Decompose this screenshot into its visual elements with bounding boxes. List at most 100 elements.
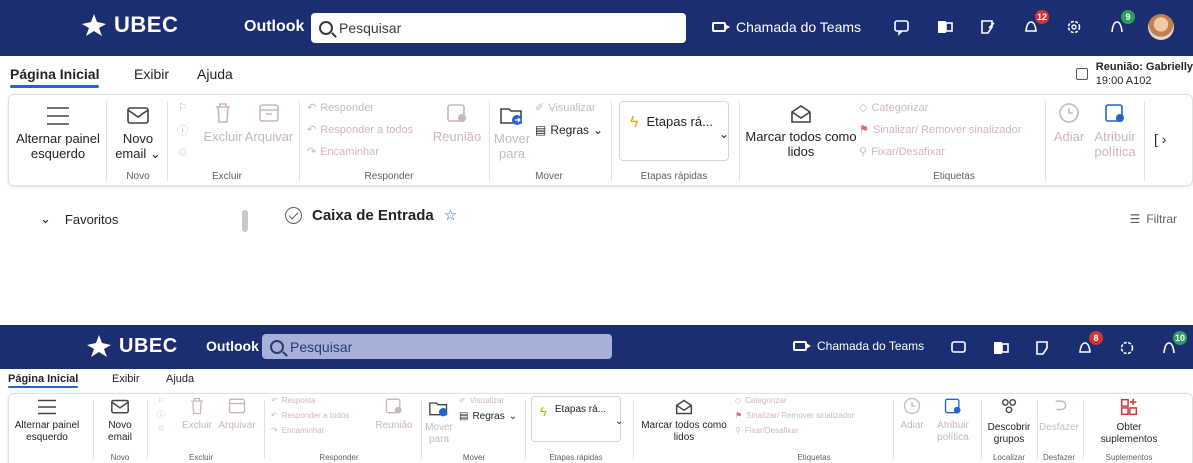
- snooze-button[interactable]: Adiar: [895, 396, 929, 432]
- office-icon[interactable]: [989, 336, 1013, 360]
- meeting-button[interactable]: Reunião: [371, 396, 417, 432]
- undo-button[interactable]: Desfazer: [1039, 396, 1079, 434]
- archive-button[interactable]: Arquivar: [215, 396, 259, 432]
- notifications-icon[interactable]: 8: [1073, 331, 1103, 360]
- tab-view[interactable]: Exibir: [112, 373, 140, 385]
- move-to-button[interactable]: Mover para: [423, 398, 455, 446]
- reply-button[interactable]: ↶ Resposta: [271, 396, 316, 405]
- archive-button[interactable]: Arquivar: [244, 101, 294, 144]
- reply-icon: ↶: [271, 396, 278, 405]
- ubec-logo[interactable]: UBEC: [80, 12, 178, 38]
- flag-button[interactable]: ⚑ Sinalizar/ Remover sinalizador: [859, 123, 1021, 137]
- reply-icon: ↶: [307, 102, 317, 114]
- archive-icon: [259, 104, 279, 122]
- discover-groups-button[interactable]: Descobrir grupos: [985, 396, 1033, 446]
- favorites-folder[interactable]: ⌄ Favoritos: [40, 211, 118, 227]
- important-icon[interactable]: ⓘ: [177, 122, 188, 138]
- delete-button[interactable]: Excluir: [179, 396, 215, 432]
- rules-button[interactable]: ▤ Regras ⌄: [535, 123, 603, 137]
- flag-red-icon[interactable]: ⚐: [178, 101, 188, 114]
- group-label-reply: Responder: [319, 453, 359, 462]
- pin-button[interactable]: ⚲ Fixar/Desafixar: [735, 426, 799, 435]
- divider: [93, 400, 94, 459]
- assign-policy-button[interactable]: Atribuir política: [1091, 101, 1139, 159]
- view-button[interactable]: ✐ Visualizar: [459, 396, 504, 405]
- pin-icon: ⚲: [859, 146, 868, 158]
- filter-button[interactable]: ☰ Filtrar: [1130, 212, 1177, 226]
- notifications-icon[interactable]: 12: [1019, 10, 1049, 39]
- chat-icon[interactable]: [890, 15, 914, 39]
- quick-actions-column: ⚐ ⓘ ♲: [157, 396, 165, 433]
- assign-policy-button[interactable]: Atribuir política: [931, 396, 975, 444]
- forward-label: Encaminhar: [281, 426, 325, 435]
- tab-help[interactable]: Ajuda: [197, 66, 233, 82]
- tab-help[interactable]: Ajuda: [166, 373, 194, 385]
- policy-label: Atribuir política: [1094, 129, 1136, 159]
- settings-icon[interactable]: [1115, 336, 1139, 360]
- office-icon[interactable]: [933, 15, 957, 39]
- get-addins-button[interactable]: Obter suplementos: [1093, 396, 1165, 446]
- categorize-button[interactable]: ◇ Categorizar: [859, 101, 928, 115]
- view-label: Visualizar: [469, 396, 505, 405]
- move-to-button[interactable]: Mover para: [494, 103, 530, 161]
- settings-icon[interactable]: [1062, 15, 1086, 39]
- app-name[interactable]: Outlook: [244, 18, 304, 36]
- sweep-icon[interactable]: ♲: [178, 146, 188, 159]
- select-all-checkbox[interactable]: [285, 206, 302, 224]
- reply-all-button[interactable]: ↶ Responder a todos: [307, 123, 413, 137]
- view-button[interactable]: ✐ Visualizar: [535, 101, 596, 115]
- rules-button[interactable]: ▤ Regras ⌄: [459, 411, 517, 422]
- chat-icon[interactable]: [947, 336, 971, 360]
- new-email-button[interactable]: Novo email ⌄: [113, 105, 163, 161]
- folder-pane-scrollbar[interactable]: [242, 198, 248, 238]
- meeting-time: 19:00 A102: [1095, 75, 1152, 87]
- group-label-reply: Responder: [364, 171, 414, 182]
- toggle-left-pane-button[interactable]: Alternar painel esquerdo: [11, 398, 83, 444]
- tab-home[interactable]: Página Inicial: [10, 66, 100, 88]
- star-icon[interactable]: ☆: [444, 206, 457, 224]
- flag-button[interactable]: ⚑ Sinalizar/ Remover sinalizador: [735, 411, 854, 420]
- divider: [633, 400, 634, 459]
- quick-steps-gallery[interactable]: ϟ Etapas rá...: [531, 396, 621, 442]
- scrollbar-thumb[interactable]: [242, 210, 248, 232]
- search-input[interactable]: Pesquisar: [311, 13, 686, 43]
- feedback-icon[interactable]: [976, 15, 1000, 39]
- tips-icon[interactable]: 10: [1157, 331, 1187, 360]
- tips-icon[interactable]: 9: [1105, 10, 1135, 39]
- search-icon: [319, 21, 333, 35]
- feedback-icon[interactable]: [1031, 336, 1055, 360]
- important-icon[interactable]: ⓘ: [157, 409, 165, 420]
- delete-label: Excluir: [203, 129, 243, 144]
- forward-button[interactable]: ↷ Encaminhar: [271, 426, 324, 435]
- ribbon-scroll-button[interactable]: [ ›: [1154, 131, 1166, 147]
- app-name[interactable]: Outlook: [206, 338, 259, 354]
- ubec-logo[interactable]: UBEC: [85, 333, 178, 359]
- forward-button[interactable]: ↷ Encaminhar: [307, 145, 379, 159]
- delete-button[interactable]: Excluir: [202, 101, 244, 144]
- quick-steps-expand-button[interactable]: ⌄: [615, 416, 623, 427]
- teams-call-button[interactable]: Chamada do Teams: [793, 339, 924, 353]
- meeting-button[interactable]: Reunião: [431, 101, 483, 144]
- avatar[interactable]: [1148, 14, 1174, 40]
- reply-button[interactable]: ↶ Responder: [307, 101, 374, 115]
- search-input[interactable]: Pesquisar: [262, 334, 612, 359]
- flag-red-icon[interactable]: ⚐: [157, 396, 164, 405]
- categorize-button[interactable]: ◇ Categorizar: [735, 396, 787, 405]
- tab-home[interactable]: Página Inicial: [8, 373, 79, 388]
- snooze-button[interactable]: Adiar: [1049, 101, 1089, 144]
- inbox-header: Caixa de Entrada ☆: [285, 206, 457, 224]
- teams-call-button[interactable]: Chamada do Teams: [712, 19, 861, 35]
- quick-steps-expand-button[interactable]: ⌄: [719, 127, 729, 141]
- ribbon: Alternar painel esquerdo Novo email Novo…: [8, 393, 1193, 463]
- mark-all-read-button[interactable]: Marcar todos como lidos: [745, 103, 857, 159]
- tab-view[interactable]: Exibir: [134, 66, 169, 82]
- new-email-button[interactable]: Novo email: [99, 398, 141, 444]
- toggle-left-pane-button[interactable]: Alternar painel esquerdo: [15, 105, 101, 161]
- sweep-icon[interactable]: ♲: [157, 424, 164, 433]
- filter-icon: ☰: [1129, 212, 1141, 226]
- pin-button[interactable]: ⚲ Fixar/Desafixar: [859, 145, 945, 159]
- reply-all-button[interactable]: ↶ Responder a todos: [271, 411, 349, 420]
- mark-all-read-button[interactable]: Marcar todos como lidos: [637, 398, 731, 444]
- meeting-reminder[interactable]: Reunião: Gabrielly 19:00 A102: [1075, 60, 1193, 88]
- quick-steps-gallery[interactable]: ϟ Etapas rá...: [619, 101, 729, 161]
